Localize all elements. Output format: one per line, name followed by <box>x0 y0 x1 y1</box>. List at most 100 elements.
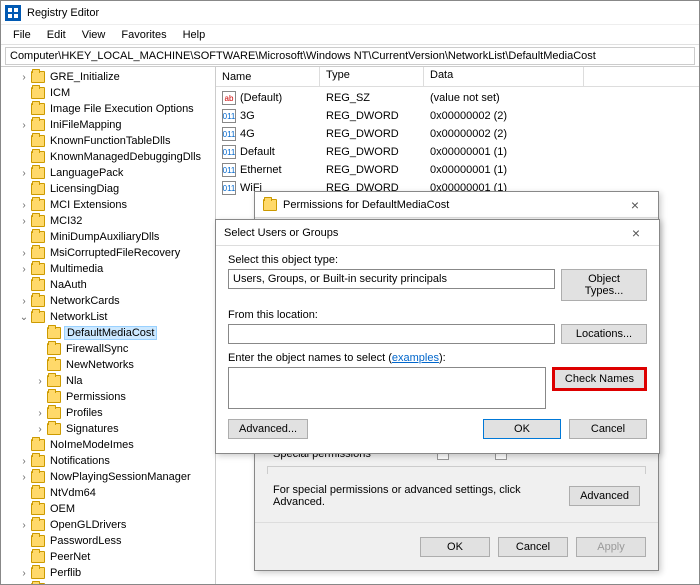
tree-item[interactable]: NoImeModeImes <box>1 437 215 453</box>
tree-item[interactable]: Permissions <box>1 389 215 405</box>
advanced-button[interactable]: Advanced... <box>228 419 308 439</box>
chevron-right-icon[interactable]: › <box>33 408 47 419</box>
chevron-right-icon[interactable]: › <box>33 376 47 387</box>
value-data: 0x00000002 (2) <box>424 110 584 122</box>
menu-help[interactable]: Help <box>177 27 212 43</box>
chevron-right-icon[interactable]: › <box>17 168 31 179</box>
tree-item[interactable]: ›MCI32 <box>1 213 215 229</box>
advanced-button[interactable]: Advanced <box>569 486 640 506</box>
tree-item[interactable]: ›Profiles <box>1 405 215 421</box>
chevron-right-icon[interactable]: › <box>17 248 31 259</box>
apply-button[interactable]: Apply <box>576 537 646 557</box>
menu-favorites[interactable]: Favorites <box>115 27 172 43</box>
tree-item[interactable]: NaAuth <box>1 277 215 293</box>
chevron-right-icon[interactable]: › <box>17 472 31 483</box>
cancel-button[interactable]: Cancel <box>498 537 568 557</box>
close-icon[interactable]: × <box>620 197 650 213</box>
chevron-right-icon[interactable]: › <box>17 200 31 211</box>
tree-label: Nla <box>64 375 85 387</box>
tree-item[interactable]: Image File Execution Options <box>1 101 215 117</box>
value-name: Ethernet <box>240 164 282 176</box>
tree-label: OEM <box>48 503 77 515</box>
list-item[interactable]: 011EthernetREG_DWORD0x00000001 (1) <box>216 161 699 179</box>
close-icon[interactable]: × <box>621 225 651 241</box>
tree-label: LanguagePack <box>48 167 125 179</box>
col-header-data[interactable]: Data <box>424 67 584 86</box>
tree-item[interactable]: OEM <box>1 501 215 517</box>
list-item[interactable]: 0113GREG_DWORD0x00000002 (2) <box>216 107 699 125</box>
tree-item[interactable]: ›GRE_Initialize <box>1 69 215 85</box>
examples-link[interactable]: examples <box>392 352 439 364</box>
folder-icon <box>47 391 61 403</box>
tree-item[interactable]: FirewallSync <box>1 341 215 357</box>
chevron-right-icon[interactable]: › <box>17 120 31 131</box>
tree-item[interactable]: ›NowPlayingSessionManager <box>1 469 215 485</box>
tree-item[interactable]: PeerNet <box>1 549 215 565</box>
tree-item[interactable]: KnownManagedDebuggingDlls <box>1 149 215 165</box>
col-header-type[interactable]: Type <box>320 67 424 86</box>
chevron-right-icon[interactable]: › <box>33 424 47 435</box>
list-item[interactable]: 0114GREG_DWORD0x00000002 (2) <box>216 125 699 143</box>
tree-label: PasswordLess <box>48 535 124 547</box>
tree-label: KnownFunctionTableDlls <box>48 135 172 147</box>
locations-button[interactable]: Locations... <box>561 324 647 344</box>
tree-item[interactable]: ICM <box>1 85 215 101</box>
cancel-button[interactable]: Cancel <box>569 419 647 439</box>
tree-item[interactable]: ›NetworkCards <box>1 293 215 309</box>
menu-file[interactable]: File <box>7 27 37 43</box>
tree-item[interactable]: NtVdm64 <box>1 485 215 501</box>
list-item[interactable]: 011DefaultREG_DWORD0x00000001 (1) <box>216 143 699 161</box>
menu-edit[interactable]: Edit <box>41 27 72 43</box>
value-name: 3G <box>240 110 255 122</box>
address-input[interactable] <box>5 47 695 65</box>
object-types-button[interactable]: Object Types... <box>561 269 647 301</box>
permissions-dialog-title: Permissions for DefaultMediaCost × <box>255 192 658 218</box>
tree-item[interactable]: ›Multimedia <box>1 261 215 277</box>
tree-item[interactable]: KnownFunctionTableDlls <box>1 133 215 149</box>
tree-item[interactable]: ›MCI Extensions <box>1 197 215 213</box>
tree-item[interactable]: NewNetworks <box>1 357 215 373</box>
tree-item[interactable]: ⌄NetworkList <box>1 309 215 325</box>
menu-view[interactable]: View <box>76 27 112 43</box>
value-list[interactable]: ab(Default)REG_SZ(value not set)0113GREG… <box>216 87 699 199</box>
chevron-right-icon[interactable]: › <box>17 72 31 83</box>
tree-item[interactable]: ›Notifications <box>1 453 215 469</box>
ok-button[interactable]: OK <box>420 537 490 557</box>
addressbar <box>1 45 699 67</box>
folder-icon <box>31 503 45 515</box>
chevron-right-icon[interactable]: › <box>17 520 31 531</box>
tree-item[interactable]: › LanguagePack <box>1 165 215 181</box>
chevron-right-icon[interactable]: › <box>17 296 31 307</box>
chevron-right-icon[interactable]: › <box>17 568 31 579</box>
tree-item[interactable]: MiniDumpAuxiliaryDlls <box>1 229 215 245</box>
tree-item[interactable]: ›Perflib <box>1 565 215 581</box>
tree-item[interactable]: DefaultMediaCost <box>1 325 215 341</box>
chevron-right-icon[interactable]: › <box>17 456 31 467</box>
col-header-name[interactable]: Name <box>216 67 320 86</box>
folder-icon <box>47 327 61 339</box>
tree-item[interactable]: LicensingDiag <box>1 181 215 197</box>
chevron-down-icon[interactable]: ⌄ <box>17 312 31 323</box>
tree-item[interactable]: › Nla <box>1 373 215 389</box>
tree-item[interactable]: ›Signatures <box>1 421 215 437</box>
chevron-right-icon[interactable]: › <box>17 264 31 275</box>
tree-item[interactable]: ›OpenGLDrivers <box>1 517 215 533</box>
regedit-icon <box>5 5 21 21</box>
tree-item[interactable]: › IniFileMapping <box>1 117 215 133</box>
ok-button[interactable]: OK <box>483 419 561 439</box>
tree-item[interactable]: PasswordLess <box>1 533 215 549</box>
string-value-icon: ab <box>222 91 236 105</box>
tree-view[interactable]: ›GRE_InitializeICMImage File Execution O… <box>1 67 216 584</box>
folder-icon <box>31 535 45 547</box>
tree-item[interactable]: ›PerHwIdStorage <box>1 581 215 584</box>
tree-item[interactable]: ›MsiCorruptedFileRecovery <box>1 245 215 261</box>
folder-icon <box>31 487 45 499</box>
chevron-right-icon[interactable]: › <box>17 584 31 585</box>
list-item[interactable]: ab(Default)REG_SZ(value not set) <box>216 89 699 107</box>
tree-label: LicensingDiag <box>48 183 121 195</box>
object-type-label: Select this object type: <box>228 254 647 266</box>
check-names-button[interactable]: Check Names <box>552 367 647 391</box>
object-names-input[interactable] <box>228 367 546 409</box>
chevron-right-icon[interactable]: › <box>17 216 31 227</box>
tree-label: IniFileMapping <box>48 119 124 131</box>
